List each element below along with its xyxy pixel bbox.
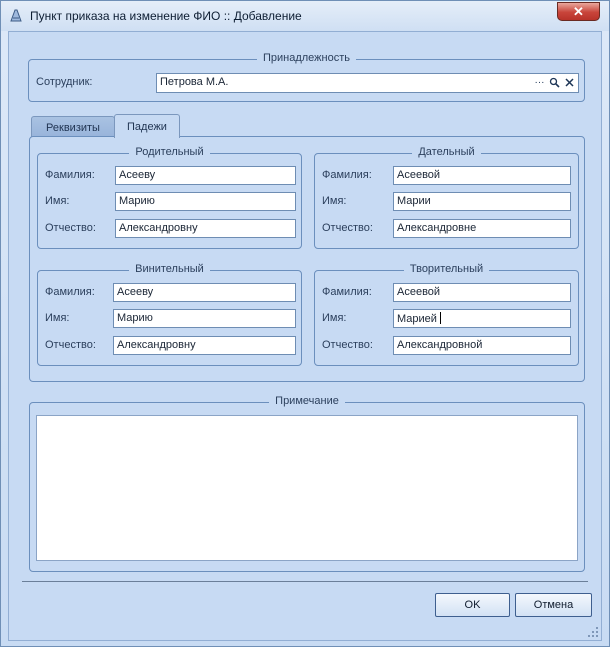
title-bar[interactable]: Пункт приказа на изменение ФИО :: Добавл… <box>1 1 609 31</box>
dative-surname-field[interactable]: Асеевой <box>393 166 571 185</box>
resize-grip-icon[interactable] <box>587 626 599 638</box>
genitive-surname-field[interactable]: Асееву <box>115 166 296 185</box>
window-title: Пункт приказа на изменение ФИО :: Добавл… <box>30 9 302 23</box>
note-group: Примечание <box>29 395 585 572</box>
affiliation-group: Принадлежность Сотрудник: Петрова М.А. ·… <box>28 52 585 102</box>
app-icon <box>8 8 24 24</box>
employee-field[interactable]: Петрова М.А. ··· <box>156 73 579 93</box>
close-icon: ✕ <box>573 3 584 19</box>
accusative-surname-label: Фамилия: <box>45 286 95 298</box>
instrumental-legend: Творительный <box>403 263 490 275</box>
dative-name-field[interactable]: Марии <box>393 192 571 211</box>
accusative-patronymic-label: Отчество: <box>45 339 96 351</box>
employee-label: Сотрудник: <box>36 76 93 88</box>
clear-icon[interactable] <box>563 76 576 89</box>
dative-name-label: Имя: <box>322 195 347 207</box>
genitive-legend: Родительный <box>129 146 210 158</box>
genitive-patronymic-field[interactable]: Александровну <box>115 219 296 238</box>
genitive-name-label: Имя: <box>45 195 70 207</box>
note-textarea[interactable] <box>36 415 578 561</box>
instrumental-surname-label: Фамилия: <box>322 286 372 298</box>
dative-legend: Дательный <box>412 146 481 158</box>
instrumental-surname-field[interactable]: Асеевой <box>393 283 571 302</box>
tab-cases-label: Падежи <box>127 120 167 133</box>
genitive-group: Родительный Фамилия: Асееву Имя: Марию О… <box>37 146 302 249</box>
employee-value: Петрова М.А. <box>160 76 229 88</box>
cancel-button[interactable]: Отмена <box>515 593 592 617</box>
accusative-name-field[interactable]: Марию <box>113 309 296 328</box>
genitive-surname-label: Фамилия: <box>45 169 95 181</box>
note-legend: Примечание <box>269 395 345 407</box>
footer-separator <box>22 581 588 582</box>
instrumental-group: Творительный Фамилия: Асеевой Имя: Марие… <box>314 263 579 366</box>
text-cursor <box>439 312 441 324</box>
instrumental-name-field[interactable]: Марией <box>393 309 571 328</box>
close-button[interactable]: ✕ <box>557 2 600 21</box>
ok-button[interactable]: OK <box>435 593 510 617</box>
cases-tab-panel: Родительный Фамилия: Асееву Имя: Марию О… <box>29 136 585 382</box>
instrumental-patronymic-field[interactable]: Александровной <box>393 336 571 355</box>
genitive-name-field[interactable]: Марию <box>115 192 296 211</box>
tab-cases[interactable]: Падежи <box>114 114 180 138</box>
instrumental-name-label: Имя: <box>322 312 347 324</box>
accusative-surname-field[interactable]: Асееву <box>113 283 296 302</box>
genitive-patronymic-label: Отчество: <box>45 222 96 234</box>
accusative-group: Винительный Фамилия: Асееву Имя: Марию О… <box>37 263 302 366</box>
affiliation-legend: Принадлежность <box>256 52 356 64</box>
dative-surname-label: Фамилия: <box>322 169 372 181</box>
dative-group: Дательный Фамилия: Асеевой Имя: Марии От… <box>314 146 579 249</box>
dialog-client-area: Принадлежность Сотрудник: Петрова М.А. ·… <box>8 31 602 641</box>
ellipsis-icon[interactable]: ··· <box>533 76 546 89</box>
accusative-patronymic-field[interactable]: Александровну <box>113 336 296 355</box>
tab-requisites-label: Реквизиты <box>46 121 100 134</box>
instrumental-name-value: Марией <box>397 313 437 325</box>
dative-patronymic-field[interactable]: Александровне <box>393 219 571 238</box>
tab-requisites[interactable]: Реквизиты <box>31 116 115 138</box>
search-icon[interactable] <box>548 76 561 89</box>
dialog-window: Пункт приказа на изменение ФИО :: Добавл… <box>0 0 610 647</box>
dative-patronymic-label: Отчество: <box>322 222 373 234</box>
instrumental-patronymic-label: Отчество: <box>322 339 373 351</box>
accusative-name-label: Имя: <box>45 312 70 324</box>
accusative-legend: Винительный <box>129 263 210 275</box>
